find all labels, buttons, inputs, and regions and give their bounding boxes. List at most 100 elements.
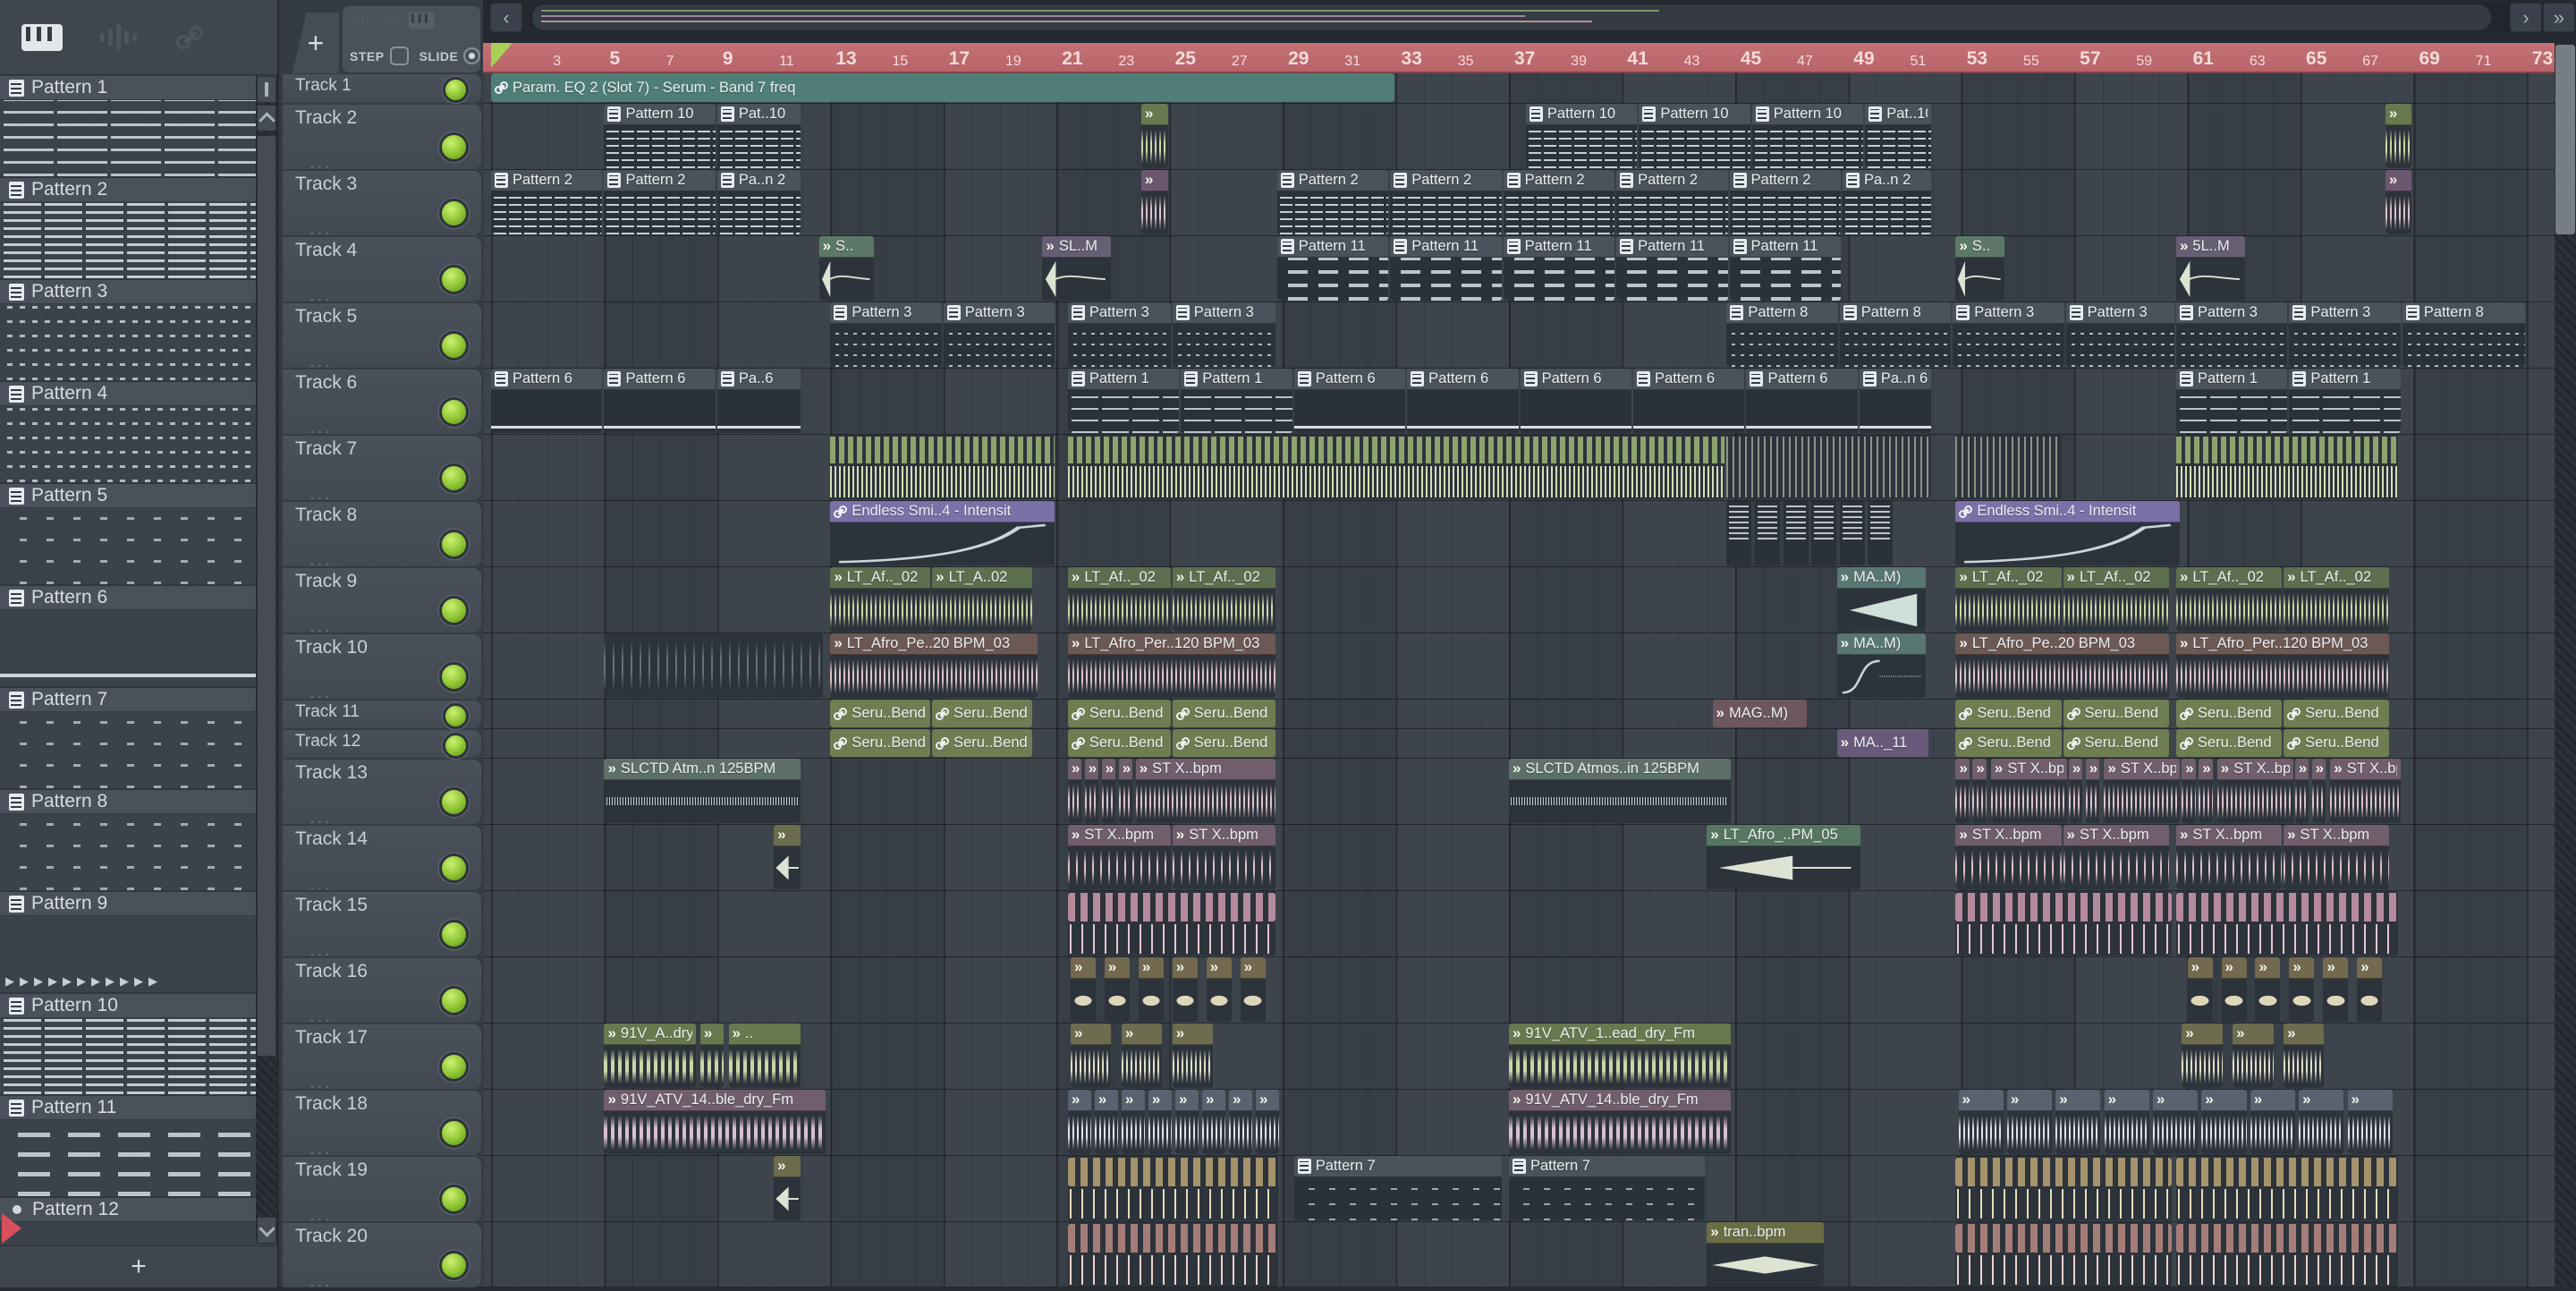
track-header[interactable]: Track 15...	[279, 891, 483, 959]
audio-clip[interactable]: » LT_Afro_..PM_05	[1707, 825, 1861, 889]
pattern-item[interactable]: Pattern 4	[0, 382, 256, 484]
mute-led[interactable]	[439, 1251, 469, 1280]
track-header[interactable]: Track 1	[279, 73, 483, 104]
audio-clip[interactable]: »	[2233, 1023, 2274, 1088]
track-lane[interactable]: » LT_Af.._02» LT_A..02» LT_Af.._02» LT_Af.._…	[483, 567, 2555, 633]
audio-clip[interactable]	[1811, 501, 1837, 565]
pattern-clip[interactable]: Pattern 6	[604, 369, 716, 433]
pattern-clip[interactable]: Pattern 6	[1633, 369, 1745, 433]
pattern-clip[interactable]: Pattern 3	[1953, 302, 2064, 367]
audio-clip[interactable]: »ST X..bpm	[2104, 759, 2181, 823]
slide-icon[interactable]	[382, 13, 401, 30]
track-name[interactable]: Track 8	[295, 505, 357, 526]
track-lane[interactable]: »» ST X..bpm» ST X..bpm» LT_Afro_..PM_05» ST…	[483, 825, 2555, 891]
audio-clip[interactable]: »	[1121, 1090, 1146, 1154]
pattern-item[interactable]: Pattern 3	[0, 280, 256, 382]
track-header[interactable]: Track 9...	[279, 567, 483, 635]
track-header[interactable]: Track 13...	[279, 759, 483, 827]
audio-clip[interactable]: » MA..M)	[1836, 633, 1926, 698]
audio-clip[interactable]	[830, 435, 1055, 499]
pattern-clip[interactable]: Pattern 6	[1293, 369, 1406, 433]
audio-clip[interactable]: »ST X..bpm	[1067, 825, 1171, 889]
audio-clip[interactable]	[1067, 891, 1275, 956]
audio-clip[interactable]: » LT_Afro_Pe..20 BPM_03	[830, 633, 1038, 698]
pattern-clip[interactable]: Pattern 10	[1639, 104, 1750, 168]
audio-clip[interactable]: »	[2294, 759, 2309, 823]
audio-clip[interactable]: » 91V_ATV_14..ble_dry_Fm	[1508, 1090, 1731, 1154]
track-name[interactable]: Track 5	[295, 306, 357, 327]
track-header[interactable]: Track 10...	[279, 633, 483, 701]
mute-led[interactable]	[443, 703, 469, 729]
audio-clip[interactable]: » MAG..M)	[1712, 700, 1808, 727]
audio-clip[interactable]: »	[2104, 1090, 2149, 1154]
audio-clip[interactable]: »	[1174, 1090, 1199, 1154]
audio-clip[interactable]: »ST X..bpm	[1172, 825, 1275, 889]
pattern-clip[interactable]: Pattern 1	[1067, 369, 1180, 433]
track-name[interactable]: Track 20	[295, 1226, 368, 1247]
audio-clip[interactable]: » LT_Af.._02	[830, 567, 931, 632]
playhead-marker[interactable]	[491, 43, 513, 68]
audio-clip[interactable]: »	[2182, 1023, 2223, 1088]
audio-clip[interactable]: »	[1104, 957, 1130, 1022]
audio-clip[interactable]: »	[2347, 1090, 2393, 1154]
track-name[interactable]: Track 12	[295, 732, 360, 752]
audio-clip[interactable]: »	[1240, 957, 1266, 1022]
track-header[interactable]: Track 20...	[279, 1222, 483, 1290]
track-lane[interactable]: Pattern 2 Pattern 2 Pa..n 2 » Pattern 2 Patte…	[483, 170, 2555, 236]
audio-clip[interactable]: » S..	[818, 236, 874, 301]
mute-led[interactable]	[443, 733, 469, 759]
track-header[interactable]: Track 2...	[279, 104, 483, 172]
piano-icon[interactable]	[408, 12, 435, 30]
pattern-clip[interactable]: Pattern 11	[1503, 236, 1615, 301]
audio-clip[interactable]: »	[2199, 759, 2213, 823]
pattern-item[interactable]: Pattern 2	[0, 178, 256, 280]
pattern-clip[interactable]: Pa..n 2	[716, 170, 801, 234]
mute-led[interactable]	[439, 530, 469, 559]
audio-clip[interactable]: » MA..M)	[1836, 567, 1926, 632]
track-header[interactable]: Track 6...	[279, 369, 483, 437]
audio-clip[interactable]: »	[1256, 1090, 1280, 1154]
audio-clip[interactable]: »ST X..bpm	[2216, 759, 2293, 823]
track-name[interactable]: Track 18	[295, 1093, 368, 1115]
track-name[interactable]: Track 15	[295, 895, 368, 916]
pattern-item[interactable]: Pattern 7	[0, 688, 256, 790]
audio-clip[interactable]: »	[2284, 1023, 2325, 1088]
audio-clip[interactable]: »	[1229, 1090, 1253, 1154]
waveform-icon[interactable]	[100, 23, 137, 52]
pattern-item[interactable]: Pattern 5	[0, 484, 256, 586]
add-pattern-button[interactable]: +	[131, 1252, 147, 1282]
audio-clip[interactable]: »	[2255, 957, 2281, 1022]
pattern-clip[interactable]: Pattern 10	[1525, 104, 1638, 168]
audio-clip[interactable]: »ST X..bpm	[2063, 825, 2169, 889]
scroll-up-icon[interactable]	[257, 105, 276, 132]
pattern-item[interactable]: Pattern 11	[0, 1096, 256, 1198]
audio-clip[interactable]: »ST X..bpm	[2284, 825, 2390, 889]
track-name[interactable]: Track 11	[295, 702, 360, 722]
track-name[interactable]: Track 2	[295, 107, 357, 129]
audio-clip[interactable]: »	[774, 1156, 801, 1220]
audio-clip[interactable]: »	[699, 1023, 724, 1088]
track-header[interactable]: Track 5...	[279, 302, 483, 370]
mute-led[interactable]	[439, 331, 469, 361]
audio-clip[interactable]: »	[1206, 957, 1232, 1022]
audio-clip[interactable]: »	[2221, 957, 2247, 1022]
track-name[interactable]: Track 19	[295, 1159, 368, 1181]
track-name[interactable]: Track 10	[295, 637, 368, 658]
pattern-clip[interactable]: Pattern 3	[1172, 302, 1275, 367]
step-toggle[interactable]	[389, 47, 409, 65]
audio-clip[interactable]: »	[774, 825, 801, 889]
mute-led[interactable]	[439, 596, 469, 625]
audio-clip[interactable]: »	[2201, 1090, 2247, 1154]
audio-clip[interactable]: » LT_Af.._02	[2063, 567, 2169, 632]
track-name[interactable]: Track 1	[295, 76, 352, 96]
audio-clip[interactable]: »ST X..bpm	[2175, 825, 2283, 889]
pattern-clip[interactable]: Pattern 11	[1616, 236, 1728, 301]
track-lane[interactable]: » Pattern 7 Pattern 7	[483, 1156, 2555, 1222]
pattern-clip[interactable]: Pattern 2	[1276, 170, 1389, 234]
audio-clip[interactable]	[2175, 1156, 2398, 1220]
track-lane[interactable]: Endless Smi..4 - Intensit Endless Smi..4 …	[483, 501, 2555, 567]
audio-clip[interactable]: »	[2289, 957, 2315, 1022]
pattern-clip[interactable]: Pattern 3	[2065, 302, 2174, 367]
track-lane[interactable]: » » » » » » » » » » » »	[483, 957, 2555, 1023]
audio-clip[interactable]: »	[2323, 957, 2349, 1022]
